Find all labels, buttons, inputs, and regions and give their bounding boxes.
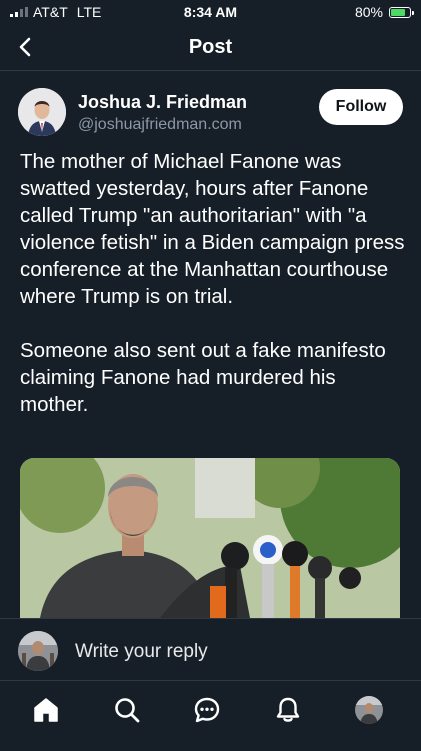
post-header: Post <box>0 24 421 71</box>
status-bar: AT&T LTE 8:34 AM 80% <box>0 0 421 24</box>
author-avatar[interactable] <box>18 88 66 136</box>
current-user-avatar-image <box>18 631 58 671</box>
post-text: The mother of Michael Fanone was swatted… <box>20 148 405 418</box>
author-handle[interactable]: @joshuajfriedman.com <box>78 116 242 134</box>
author-avatar-image <box>18 88 66 136</box>
profile-avatar <box>355 696 383 724</box>
tab-home[interactable] <box>31 695 61 725</box>
tab-notifications[interactable] <box>273 695 303 725</box>
chat-icon <box>194 697 220 723</box>
follow-button[interactable]: Follow <box>319 89 403 125</box>
reply-bar: Write your reply <box>0 618 421 681</box>
current-user-avatar <box>18 631 58 671</box>
post-image[interactable] <box>20 458 400 618</box>
post-photo <box>20 458 400 618</box>
bell-icon <box>276 697 300 722</box>
tab-profile[interactable] <box>354 695 384 725</box>
author-row: Joshua J. Friedman @joshuajfriedman.com … <box>18 88 403 138</box>
author-name[interactable]: Joshua J. Friedman <box>78 92 247 113</box>
search-icon <box>115 698 140 723</box>
tab-bar <box>0 680 421 751</box>
battery-icon <box>389 6 414 18</box>
page-title: Post <box>188 36 233 58</box>
home-icon <box>34 698 58 722</box>
tab-search[interactable] <box>112 695 142 725</box>
tab-chat[interactable] <box>192 695 222 725</box>
status-right: 80% <box>354 4 414 20</box>
reply-input[interactable]: Write your reply <box>75 641 208 663</box>
battery-percent: 80% <box>354 4 383 20</box>
post-paragraph: Someone also sent out a fake manifesto c… <box>20 339 386 416</box>
post-paragraph: The mother of Michael Fanone was swatted… <box>20 150 405 308</box>
battery-fill <box>391 8 406 16</box>
